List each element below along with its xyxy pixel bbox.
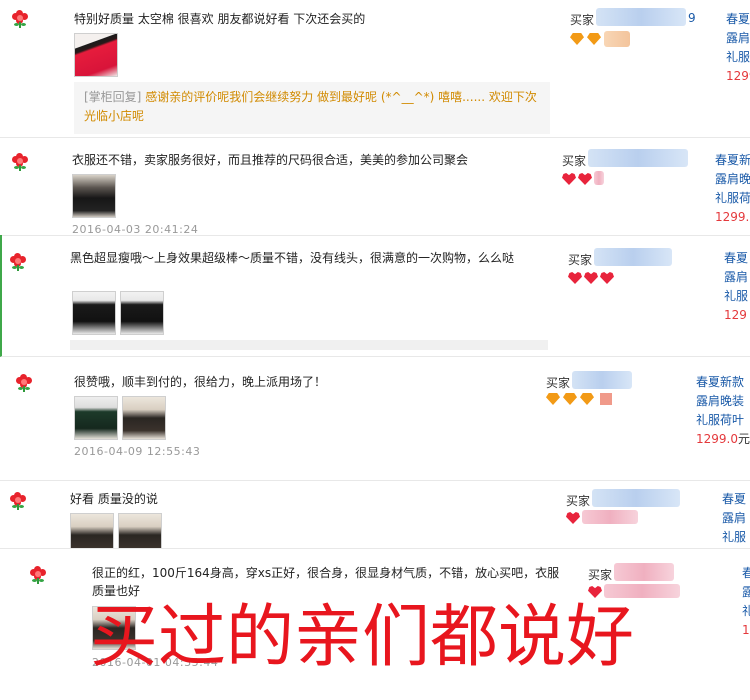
date-bar-blurred [70,340,548,350]
product-price: 1299. [715,210,750,224]
heart-badge-icon [562,173,576,185]
review-photo[interactable] [72,174,116,218]
badge-blurred [594,171,604,185]
buyer-name-blurred [596,8,686,26]
review-photo[interactable] [122,396,166,440]
product-price: 1299 [726,69,750,83]
buyer-name-suffix: 9 [688,11,696,25]
flower-icon [16,374,32,392]
flower-icon [30,566,46,584]
product-info[interactable]: 春夏 露肩 礼服 1299 [726,10,750,86]
product-info[interactable]: 春夏新款 露肩晚装 礼服荷叶 1299.0元 [696,373,750,449]
review-text: 特别好质量 太空棉 很喜欢 朋友都说好看 下次还会买的 [74,12,366,26]
diamond-badge-icon [546,393,560,405]
buyer-name-blurred [592,489,680,507]
buyer-name[interactable]: 买家 [588,566,612,583]
review-text: 好看 质量没的说 [70,492,158,506]
buyer-name-blurred [572,371,632,389]
review-photo[interactable] [74,396,118,440]
review-row: 好看 质量没的说 买家 春夏 露肩 礼服 [0,480,750,549]
review-row: 特别好质量 太空棉 很喜欢 朋友都说好看 下次还会买的 [掌柜回复] 感谢亲的评… [0,0,750,138]
diamond-badge-icon [580,393,594,405]
badge-blurred [604,31,630,47]
reply-tag: [掌柜回复] [84,90,142,104]
review-photo[interactable] [120,291,164,335]
review-text: 很赞哦，顺丰到付的，很给力，晚上派用场了！ [74,375,327,389]
heart-badge-icon [566,512,580,524]
diamond-badge-icon [563,393,577,405]
heart-badge-icon [568,272,582,284]
flower-icon [12,153,28,171]
product-price: 1 [742,623,750,637]
product-price: 1299.0 [696,432,738,446]
diamond-badge-icon [587,33,601,45]
buyer-name[interactable]: 买家 [566,492,590,509]
review-row: 黑色超显瘦哦～上身效果超级棒～质量不错，没有线头，很满意的一次购物，么么哒 买家… [0,235,750,357]
seller-reply: [掌柜回复] 感谢亲的评价呢我们会继续努力 做到最好呢 (*^__^*) 嘻嘻.… [74,82,550,134]
buyer-name-blurred [614,563,674,581]
review-photo[interactable] [70,513,114,548]
product-price: 129 [724,308,747,322]
buyer-name-blurred [594,248,672,266]
heart-badge-icon [584,272,598,284]
review-text: 衣服还不错，卖家服务很好，而且推荐的尺码很合适，美美的参加公司聚会 [72,153,469,167]
heart-badge-icon [588,586,602,598]
price-unit: 元 [738,432,750,446]
review-text: 很正的红，100斤164身高，穿xs正好，很合身，很显身材气质，不错，放心买吧，… [92,566,560,598]
review-row: 很赞哦，顺丰到付的，很给力，晚上派用场了！ 2016-04-09 12:55:4… [0,356,750,481]
product-info[interactable]: 春 露 礼 1 [742,564,750,640]
heart-badge-icon [600,272,614,284]
flower-icon [12,10,28,28]
heart-badge-icon [578,173,592,185]
review-date: 2016-04-09 12:55:43 [74,445,201,458]
buyer-name[interactable]: 买家 [546,374,570,391]
buyer-name[interactable]: 买家 [568,251,592,268]
product-price-line: 1299.0元 [696,430,750,449]
review-photo[interactable] [118,513,162,548]
diamond-badge-icon [570,33,584,45]
badge-blurred [604,584,680,598]
product-info[interactable]: 春夏 露肩 礼服 [722,490,746,547]
product-info[interactable]: 春夏新 露肩晚 礼服荷 1299. [715,151,750,227]
buyer-name[interactable]: 买家 [562,152,586,169]
promo-overlay-text: 买过的亲们都说好 [90,598,635,677]
badge-blurred [600,393,612,405]
buyer-name[interactable]: 买家 [570,11,594,28]
flower-icon [10,492,26,510]
flower-icon [10,253,26,271]
review-text: 黑色超显瘦哦～上身效果超级棒～质量不错，没有线头，很满意的一次购物，么么哒 [70,251,515,265]
review-row: 衣服还不错，卖家服务很好，而且推荐的尺码很合适，美美的参加公司聚会 2016-0… [0,137,750,236]
review-photo[interactable] [74,33,118,77]
product-info[interactable]: 春夏 露肩 礼服 129 [724,249,748,325]
badge-blurred [582,510,638,524]
reply-text: 感谢亲的评价呢我们会继续努力 做到最好呢 (*^__^*) 嘻嘻...... 欢… [84,90,537,123]
review-photo[interactable] [72,291,116,335]
buyer-name-blurred [588,149,688,167]
